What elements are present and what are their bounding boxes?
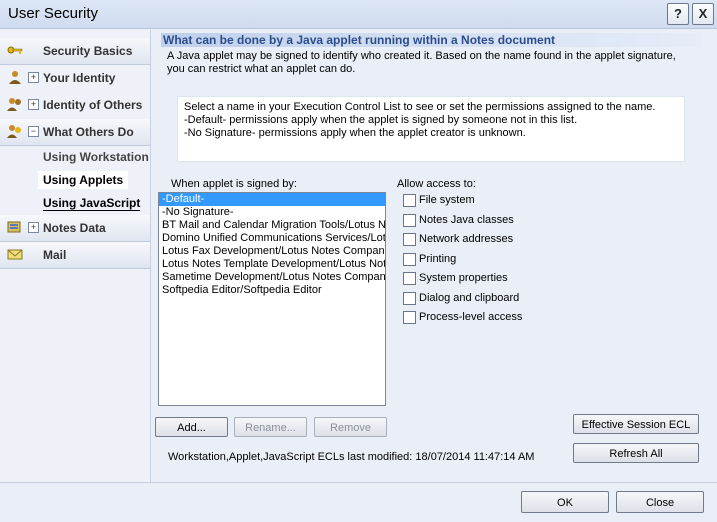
checkbox-box[interactable] [403, 311, 416, 324]
list-item[interactable]: Sametime Development/Lotus Notes Compani… [159, 271, 385, 284]
subitem-using-applets[interactable]: Using Applets [38, 171, 129, 189]
checkbox-label: Network addresses [419, 233, 514, 245]
checkbox-box[interactable] [403, 214, 416, 227]
sidebar-item-label: What Others Do [43, 125, 134, 139]
envelope-icon [7, 249, 23, 260]
close-button[interactable]: Close [616, 491, 704, 513]
sidebar-item-label: Mail [43, 248, 67, 262]
sidebar-item-label: Security Basics [43, 44, 133, 58]
sidebar: Security Basics + Your Identity + Identi… [0, 30, 151, 482]
list-item[interactable]: Lotus Notes Template Development/Lotus N… [159, 258, 385, 271]
key-icon [7, 46, 23, 54]
checkbox-box[interactable] [403, 272, 416, 285]
list-item[interactable]: -No Signature- [159, 206, 385, 219]
checkbox-label: Printing [419, 253, 457, 265]
sidebar-item-security-basics[interactable]: Security Basics [0, 38, 150, 65]
checkbox-box[interactable] [403, 194, 416, 207]
list-item[interactable]: Domino Unified Communications Services/L… [159, 232, 385, 245]
page-title: What can be done by a Java applet runnin… [161, 33, 703, 47]
info-box: Select a name in your Execution Control … [177, 96, 685, 162]
rename-button[interactable]: Rename... [234, 417, 307, 437]
info-line: -No Signature- permissions apply when th… [184, 127, 526, 139]
list-item[interactable]: -Default- [159, 193, 385, 206]
person-icon [9, 71, 21, 84]
window-title: User Security [8, 5, 99, 22]
list-item[interactable]: Softpedia Editor/Softpedia Editor [159, 284, 385, 297]
title-bar: User Security ? X [0, 0, 717, 29]
group-icon [7, 125, 21, 138]
main-panel: What can be done by a Java applet runnin… [151, 30, 717, 482]
sidebar-item-label: Your Identity [43, 71, 116, 85]
expand-toggle[interactable]: + [28, 222, 39, 233]
dialog-footer: OK Close [0, 482, 717, 522]
expand-toggle[interactable]: + [28, 72, 39, 83]
database-icon [7, 221, 21, 233]
expand-toggle[interactable]: + [28, 99, 39, 110]
people-icon [7, 98, 21, 111]
sidebar-item-identity-of-others[interactable]: + Identity of Others [0, 92, 150, 118]
checkbox-box[interactable] [403, 233, 416, 246]
last-modified-status: Workstation,Applet,JavaScript ECLs last … [168, 451, 535, 463]
checkbox-label: Process-level access [419, 311, 523, 323]
sidebar-item-label: Identity of Others [43, 98, 143, 112]
sidebar-item-label: Notes Data [43, 221, 106, 235]
help-button[interactable]: ? [667, 3, 689, 25]
sidebar-item-what-others-do[interactable]: − What Others Do [0, 119, 150, 146]
description-text: A Java applet may be signed to identify … [167, 50, 676, 75]
list-item[interactable]: Lotus Fax Development/Lotus Notes Compan… [159, 245, 385, 258]
subitem-using-javascript[interactable]: Using JavaScript [43, 196, 141, 211]
checkbox-label: Notes Java classes [419, 214, 514, 226]
sidebar-item-your-identity[interactable]: + Your Identity [0, 65, 150, 91]
close-window-button[interactable]: X [692, 3, 714, 25]
allow-access-label: Allow access to: [397, 178, 476, 190]
subitem-using-workstation[interactable]: Using Workstation [43, 150, 149, 164]
checkbox-box[interactable] [403, 253, 416, 266]
checkbox-box[interactable] [403, 292, 416, 305]
remove-button[interactable]: Remove [314, 417, 387, 437]
collapse-toggle[interactable]: − [28, 126, 39, 137]
sidebar-item-notes-data[interactable]: + Notes Data [0, 215, 150, 242]
info-line: Select a name in your Execution Control … [184, 101, 656, 113]
info-line: -Default- permissions apply when the app… [184, 114, 578, 126]
signer-list[interactable]: -Default- -No Signature- BT Mail and Cal… [158, 192, 386, 406]
checkbox-label: Dialog and clipboard [419, 292, 520, 304]
signed-by-label: When applet is signed by: [171, 178, 297, 190]
checkbox-label: System properties [419, 272, 508, 284]
add-button[interactable]: Add... [155, 417, 228, 437]
effective-session-ecl-button[interactable]: Effective Session ECL [573, 414, 699, 434]
ok-button[interactable]: OK [521, 491, 609, 513]
list-item[interactable]: BT Mail and Calendar Migration Tools/Lot… [159, 219, 385, 232]
sidebar-item-mail[interactable]: Mail [0, 242, 150, 269]
checkbox-label: File system [419, 194, 475, 206]
refresh-all-button[interactable]: Refresh All [573, 443, 699, 463]
